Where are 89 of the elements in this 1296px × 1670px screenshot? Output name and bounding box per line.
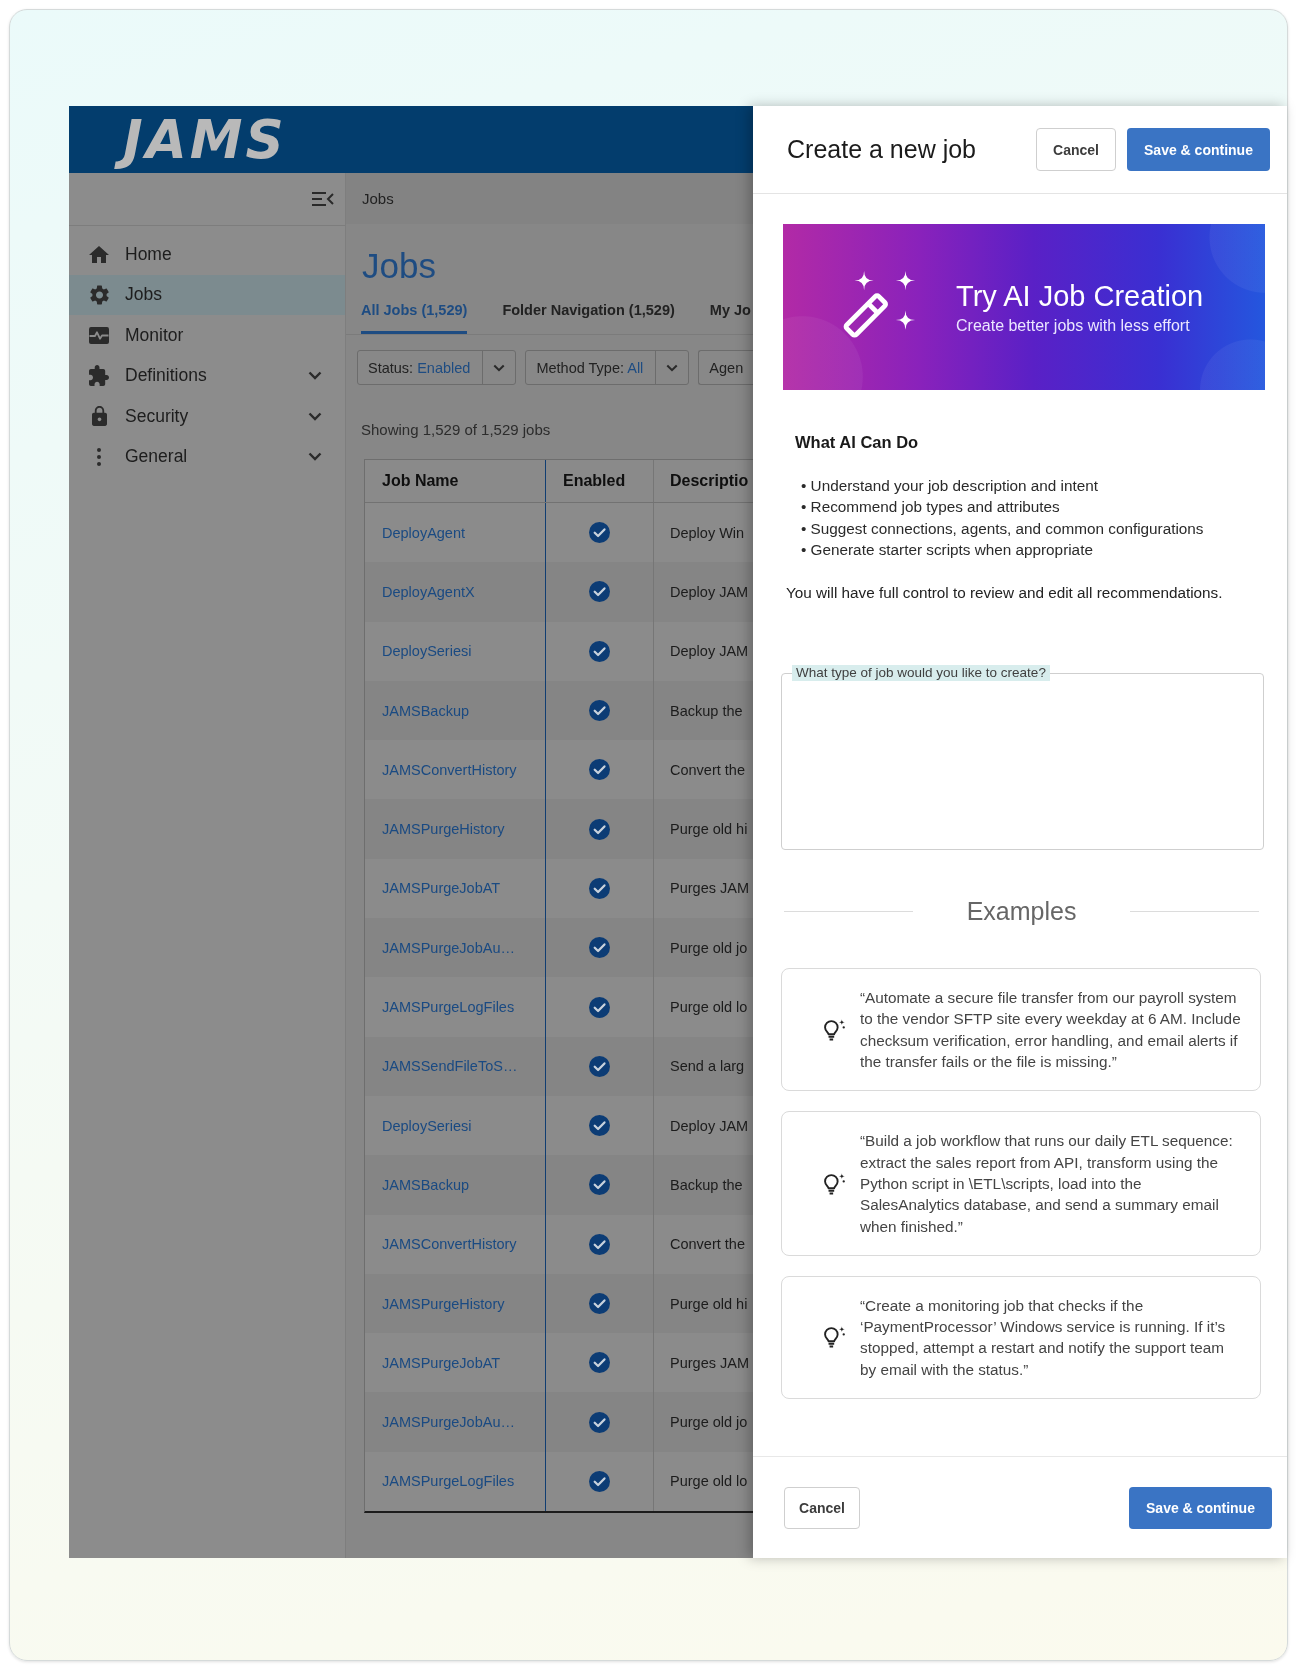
job-link[interactable]: JAMSSendFileToS… [382,1058,518,1075]
job-link[interactable]: JAMSPurgeLogFiles [382,999,515,1015]
nav-item[interactable]: Jobs [69,274,345,315]
job-description: Deploy JAM [670,583,749,600]
job-link[interactable]: JAMSConvertHistory [382,761,517,778]
job-link[interactable]: JAMSPurgeJobAu… [382,1414,515,1431]
job-description: Purges JAM [670,880,749,897]
capability-item: • Recommend job types and attributes [801,497,1061,518]
job-description: Purge old lo [670,999,748,1015]
capability-item: • Generate starter scripts when appropriate [801,539,1094,560]
job-description: Purge old jo [670,1414,748,1431]
save-continue-button[interactable]: Save & continue [1129,1486,1272,1529]
example-card[interactable] [781,1111,1261,1256]
example-card[interactable]: “Create a monitoring job that checks if the ‘PaymentProcessor’ Windows service is running. If it’s stopped, attempt a restart and notify the support team by email with the status.” [781,1275,1261,1400]
column-header[interactable]: Descriptio [670,472,749,490]
nav-item[interactable]: Home [69,234,345,275]
tab[interactable]: Folder Navigation (1,529) [502,301,675,334]
filter-dropdown[interactable]: Status: Enabled [357,350,517,385]
banner-title: Try AI Job Creation [956,278,1204,313]
cancel-button[interactable]: Cancel [784,1486,860,1529]
chevron-down-icon [666,363,679,372]
job-link[interactable]: DeploySeriesi [382,643,472,660]
lightbulb-icon [824,1018,845,1041]
example-text: “Automate a secure file transfer from our payroll system to the vendor SFTP site every weekday at 6 AM. Include checksum verification, error handling, and email alerts if the transfer fails or the file is missing.” [860,988,1242,1073]
job-link[interactable]: JAMSConvertHistory [382,1236,517,1253]
column-header[interactable]: Enabled [563,472,626,490]
job-description: Deploy JAM [670,1117,749,1134]
lightbulb-icon [824,1172,845,1195]
nav-item[interactable]: Security [69,396,345,437]
job-link[interactable]: JAMSPurgeJobAT [382,1354,501,1371]
lock-icon [91,406,107,427]
capability-item: • Understand your job description and intent [801,476,1100,496]
section-heading: What AI Can Do [795,432,920,452]
job-prompt-field[interactable]: What type of job would you like to create? [781,665,1264,851]
chevron-down-icon [308,452,322,462]
example-text: “Build a job workflow that runs our daily ETL sequence: extract the sales report from API, transform using the Python script in \ETL\scripts, load into the SalesAnalytics database, and send a summary email when finished.” [860,1131,1234,1237]
field-label: What type of job would you like to create? [792,665,1050,682]
job-link[interactable]: JAMSBackup [382,1176,470,1193]
job-description: Backup the [670,702,743,719]
tab[interactable]: My Jo [709,301,751,334]
filter-dropdown[interactable]: Agen [698,350,753,385]
info-text: You will have full control to review and edit all recommendations. [786,583,1224,604]
nav-item[interactable]: Definitions [69,355,345,396]
job-link[interactable]: DeployAgent [382,524,466,541]
cancel-button[interactable]: Cancel [1036,128,1116,171]
capability-item: • Suggest connections, agents, and common configurations [801,518,1205,539]
job-description: Deploy JAM [670,643,749,660]
tab[interactable]: All Jobs (1,529) [361,301,468,334]
vertical-dots-icon [97,447,101,466]
job-link[interactable]: JAMSPurgeHistory [382,821,505,838]
job-description: Send a larg [670,1058,745,1075]
nav-item[interactable]: General [69,436,345,477]
panel-title: Create a new job [787,135,977,164]
section-heading: Examples [965,897,1078,926]
job-description: Convert the [670,1236,745,1253]
example-card[interactable] [781,968,1261,1092]
chevron-down-icon [308,371,322,381]
job-link[interactable]: JAMSPurgeJobAT [382,880,501,897]
job-link[interactable]: JAMSPurgeJobAu… [382,939,515,956]
page-title: Jobs [362,246,437,286]
job-link[interactable]: JAMSPurgeHistory [382,1295,505,1312]
job-description: Purges JAM [670,1354,749,1371]
lightbulb-icon [824,1326,845,1349]
home-icon [89,245,109,263]
banner-subtitle: Create better jobs with less effort [956,315,1191,336]
breadcrumb[interactable]: Jobs [362,190,394,207]
chevron-down-icon [308,411,322,421]
pulse-icon [89,326,109,344]
job-description: Backup the [670,1176,743,1193]
job-link[interactable]: DeployAgentX [382,583,475,600]
job-description: Purge old lo [670,1473,748,1490]
job-link[interactable]: DeploySeriesi [382,1117,472,1134]
example-text: “Create a monitoring job that checks if the ‘PaymentProcessor’ Windows service is running. If it’s stopped, attempt a restart and notify the support team by email with the status.” [860,1295,1227,1380]
job-link[interactable]: JAMSPurgeLogFiles [382,1473,515,1490]
job-description: Convert the [670,761,745,778]
results-count: Showing 1,529 of 1,529 jobs [361,421,552,439]
collapse-menu-icon[interactable] [312,191,334,207]
job-link[interactable]: JAMSBackup [382,702,470,719]
save-continue-button[interactable]: Save & continue [1127,128,1270,171]
chevron-down-icon [493,363,506,372]
job-description: Purge old hi [670,1295,748,1312]
nav-item[interactable]: Monitor [69,315,345,356]
puzzle-icon [89,365,109,387]
gear-icon [89,284,109,305]
filter-dropdown[interactable]: Method Type: All [525,350,690,385]
job-description: Purge old jo [670,939,748,956]
job-description: Deploy Win [670,524,745,541]
column-header[interactable]: Job Name [382,472,459,490]
job-description: Purge old hi [670,821,748,838]
